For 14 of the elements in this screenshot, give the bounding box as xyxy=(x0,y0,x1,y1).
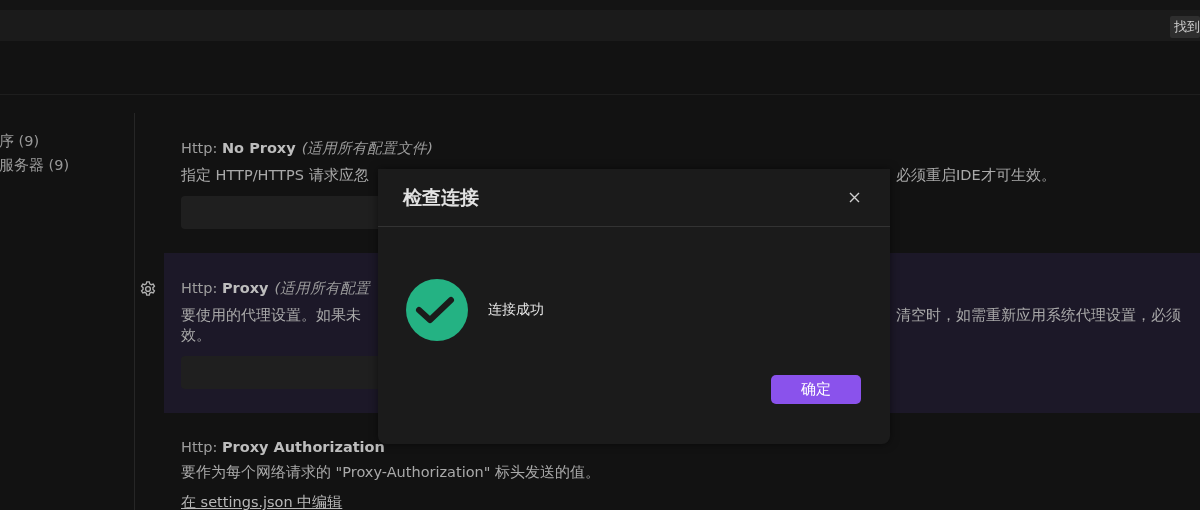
setting-description: 效。 xyxy=(181,326,211,344)
setting-title: Http: Proxy Authorization xyxy=(181,439,385,455)
setting-description: 必须重启IDE才可生效。 xyxy=(896,166,1056,184)
setting-description: 要作为每个网络请求的 "Proxy-Authorization" 标头发送的值。 xyxy=(181,463,601,481)
status-message: 连接成功 xyxy=(488,301,544,319)
setting-description: 指定 HTTP/HTTPS 请求应忽 xyxy=(181,166,370,184)
scope-note: (适用所有配置 xyxy=(274,280,371,296)
setting-description: 要使用的代理设置。如果未 xyxy=(181,306,362,324)
setting-description: 清空时，如需重新应用系统代理设置，必须 xyxy=(896,306,1181,324)
setting-title: Http: Proxy xyxy=(181,280,269,296)
setting-title: Http: No Proxy xyxy=(181,140,296,156)
scope-note: (适用所有配置文件) xyxy=(301,140,433,156)
dialog-title: 检查连接 xyxy=(403,184,479,210)
find-badge: 找到 xyxy=(1170,15,1200,38)
